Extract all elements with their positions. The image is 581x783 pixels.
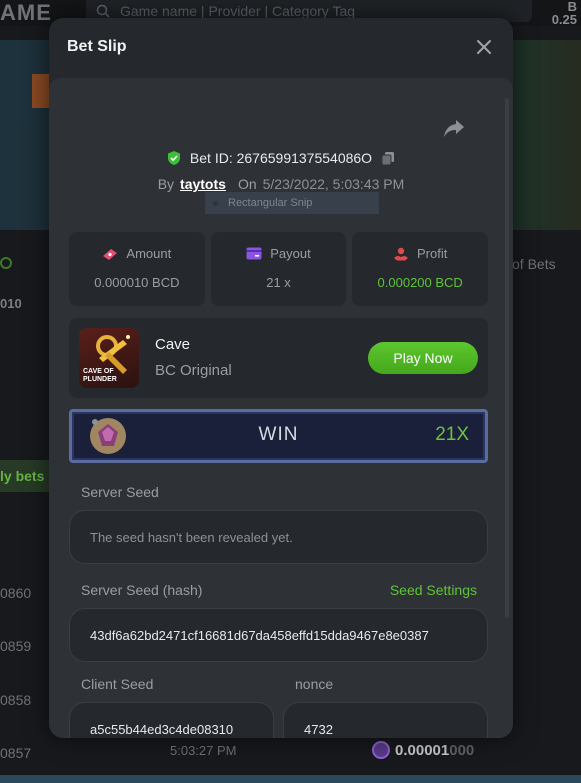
server-seed-label: Server Seed: [81, 484, 159, 500]
bet-id-row: Bet ID: 2676599137554086O: [49, 150, 513, 166]
bet-row-amount: 0.00001000: [372, 741, 474, 759]
bet-id-text: Bet ID: 2676599137554086O: [189, 150, 373, 166]
play-now-button[interactable]: Play Now: [368, 342, 478, 374]
snip-overlay: Rectangular Snip: [205, 192, 379, 214]
client-seed-label: Client Seed: [81, 676, 154, 692]
seed-settings-link[interactable]: Seed Settings: [390, 582, 477, 598]
stat-payout: Payout 21 x: [210, 232, 347, 306]
server-seed-field: The seed hasn't been revealed yet.: [69, 510, 488, 564]
game-thumbnail[interactable]: CAVE OF PLUNDER: [79, 328, 139, 388]
search-icon: [96, 4, 110, 18]
game-card: CAVE OF PLUNDER Cave BC Original Play No…: [69, 318, 488, 398]
search-placeholder: Game name | Provider | Category Tag: [120, 3, 356, 19]
amount-dim: 000: [449, 741, 475, 759]
stat-profit: Profit 0.000200 BCD: [352, 232, 489, 306]
card-icon: [246, 247, 262, 260]
balance-display: B 0.25: [552, 0, 581, 26]
result-label: WIN: [258, 424, 299, 445]
game-type: BC Original: [155, 362, 232, 379]
modal-scrollbar[interactable]: [505, 98, 509, 618]
cave-of-plunder-logo: CAVE OF PLUNDER: [83, 335, 130, 383]
bet-row-id: 0857: [0, 745, 32, 761]
bet-row-id: 0860: [0, 585, 32, 601]
info-icon: [0, 257, 12, 269]
stat-value: 0.000010 BCD: [94, 275, 180, 290]
svg-text:PLUNDER: PLUNDER: [83, 376, 117, 383]
nonce-field[interactable]: 4732: [283, 702, 488, 738]
stat-label: Payout: [270, 246, 311, 261]
svg-text:CAVE OF: CAVE OF: [83, 368, 114, 375]
client-seed-field[interactable]: a5c55b44ed3c4de08310: [69, 702, 274, 738]
profit-icon: [394, 247, 408, 260]
stat-amount: Amount 0.000010 BCD: [69, 232, 205, 306]
result-multiplier: 21X: [435, 424, 469, 445]
coin-icon: [372, 741, 390, 759]
banner-decoration: [32, 74, 50, 108]
game-name: Cave: [155, 336, 191, 353]
stat-value: 010: [0, 296, 22, 311]
close-icon[interactable]: [475, 38, 493, 56]
share-icon[interactable]: [443, 118, 465, 138]
snip-dot-icon: [213, 200, 218, 206]
bet-date: 5/23/2022, 5:03:43 PM: [262, 176, 405, 192]
verified-shield-icon: [167, 151, 180, 165]
nonce-label: nonce: [295, 676, 334, 692]
bottom-strip: [0, 775, 581, 783]
money-icon: [103, 248, 118, 260]
stat-label: Profit: [417, 246, 448, 261]
username-link[interactable]: taytots: [180, 176, 226, 192]
brand-logo: AME: [0, 0, 52, 25]
bet-row-id: 0858: [0, 692, 32, 708]
server-seed-hash-field[interactable]: 43df6a62bd2471cf16681d67da458effd15dda94…: [69, 608, 488, 662]
on-label: On: [237, 176, 257, 192]
of-bets-label: of Bets: [512, 256, 556, 272]
bet-row-time: 5:03:27 PM: [170, 743, 237, 758]
server-seed-hash-label: Server Seed (hash): [81, 582, 203, 598]
stat-value: 0.000200 BCD: [377, 275, 463, 290]
my-bets-tab[interactable]: ly bets: [0, 460, 50, 492]
copy-icon[interactable]: [380, 150, 396, 166]
stat-value: 21 x: [266, 275, 291, 290]
result-banner: WIN 21X: [69, 409, 488, 463]
bet-stats: Amount 0.000010 BCD Payout 21 x Profit 0…: [69, 232, 489, 306]
bet-slip-modal: Bet Slip Bet ID: 2676599137554086O By ta…: [49, 18, 513, 738]
amount-main: 0.00001: [395, 741, 450, 759]
balance-value: 0.25: [551, 12, 577, 27]
snip-label: Rectangular Snip: [228, 197, 313, 209]
modal-title: Bet Slip: [67, 38, 127, 55]
bet-author-row: By taytots On 5/23/2022, 5:03:43 PM: [49, 176, 513, 192]
bet-row-id: 0859: [0, 638, 32, 654]
stat-label: Amount: [126, 246, 172, 261]
by-label: By: [157, 176, 175, 192]
